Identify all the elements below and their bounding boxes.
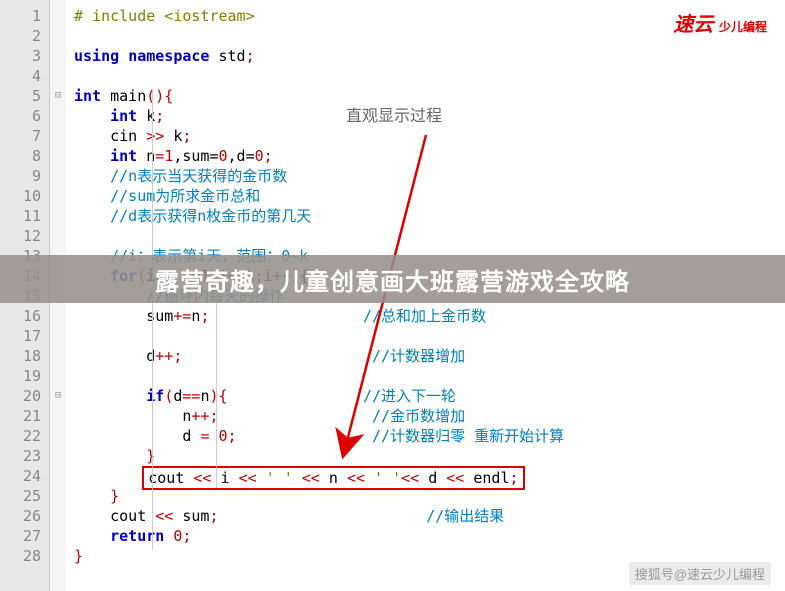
fold-toggle[interactable]: [50, 546, 66, 566]
line-number: 2: [4, 26, 41, 46]
line-number: 12: [4, 226, 41, 246]
line-number: 20: [4, 386, 41, 406]
line-number: 28: [4, 546, 41, 566]
fold-toggle[interactable]: [50, 366, 66, 386]
fold-toggle[interactable]: [50, 166, 66, 186]
line-number: 21: [4, 406, 41, 426]
fold-toggle[interactable]: [50, 346, 66, 366]
watermark: 搜狐号@速云少儿编程: [629, 562, 771, 585]
line-number: 16: [4, 306, 41, 326]
annotation-label: 直观显示过程: [346, 102, 442, 126]
line-number: 25: [4, 486, 41, 506]
fold-toggle[interactable]: [50, 526, 66, 546]
line-number: 11: [4, 206, 41, 226]
fold-toggle[interactable]: [50, 466, 66, 486]
fold-toggle[interactable]: [50, 486, 66, 506]
fold-toggle[interactable]: [50, 26, 66, 46]
line-number: 6: [4, 106, 41, 126]
line-number: 27: [4, 526, 41, 546]
line-number: 22: [4, 426, 41, 446]
line-number: 5: [4, 86, 41, 106]
fold-toggle[interactable]: ⊟: [50, 86, 66, 106]
fold-toggle[interactable]: [50, 226, 66, 246]
fold-toggle[interactable]: [50, 406, 66, 426]
highlighted-line: cout << i << ' ' << n << ' '<< d << endl…: [142, 466, 524, 490]
fold-toggle[interactable]: [50, 426, 66, 446]
fold-toggle[interactable]: [50, 306, 66, 326]
line-number: 17: [4, 326, 41, 346]
line-number: 8: [4, 146, 41, 166]
fold-toggle[interactable]: [50, 66, 66, 86]
line-number: 7: [4, 126, 41, 146]
line-number: 18: [4, 346, 41, 366]
line-number: 4: [4, 66, 41, 86]
preprocessor: # include <iostream>: [74, 7, 255, 25]
line-number: 23: [4, 446, 41, 466]
line-number: 3: [4, 46, 41, 66]
line-number: 1: [4, 6, 41, 26]
brand-logo: 速云 少儿编程: [673, 8, 767, 37]
line-number: 10: [4, 186, 41, 206]
fold-toggle[interactable]: ⊟: [50, 386, 66, 406]
fold-toggle[interactable]: [50, 206, 66, 226]
line-number: 9: [4, 166, 41, 186]
overlay-banner: 露营奇趣，儿童创意画大班露营游戏全攻略: [0, 255, 785, 303]
fold-toggle[interactable]: [50, 326, 66, 346]
fold-toggle[interactable]: [50, 106, 66, 126]
fold-toggle[interactable]: [50, 446, 66, 466]
line-number: 19: [4, 366, 41, 386]
fold-toggle[interactable]: [50, 46, 66, 66]
line-number: 26: [4, 506, 41, 526]
fold-toggle[interactable]: [50, 6, 66, 26]
indent-guide: [152, 90, 153, 550]
fold-toggle[interactable]: [50, 146, 66, 166]
line-number: 24: [4, 466, 41, 486]
fold-toggle[interactable]: [50, 506, 66, 526]
fold-toggle[interactable]: [50, 126, 66, 146]
fold-toggle[interactable]: [50, 186, 66, 206]
